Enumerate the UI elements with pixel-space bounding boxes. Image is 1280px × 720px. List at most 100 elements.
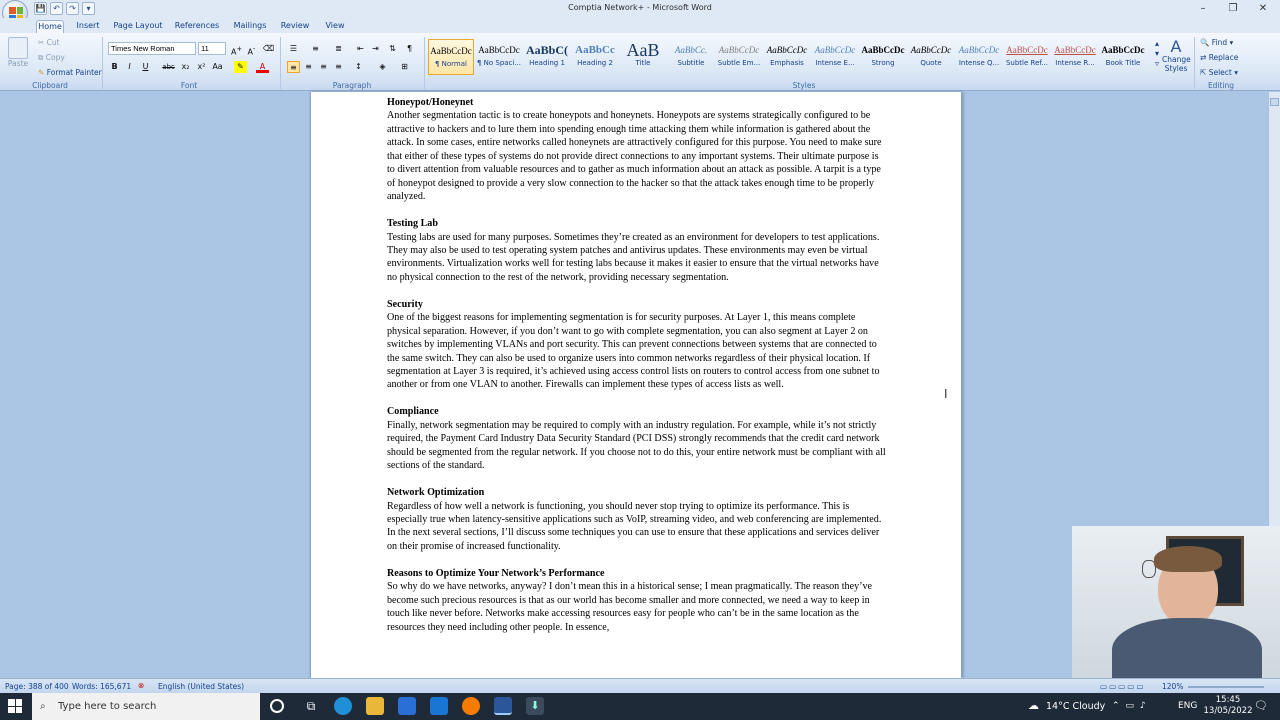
align-center-icon[interactable]: ≡ xyxy=(302,61,315,73)
style-tile[interactable]: AaBbCcDc ¶ No Spaci... xyxy=(476,39,522,75)
copy-button[interactable]: ⧉ Copy xyxy=(38,53,65,63)
style-tile[interactable]: AaBbCcDc Subtle Ref... xyxy=(1004,39,1050,75)
language-tray[interactable]: ENG xyxy=(1178,701,1197,711)
zoom-level[interactable]: 120% xyxy=(1162,682,1183,691)
subscript-button[interactable]: x₂ xyxy=(179,61,192,73)
proofing-icon[interactable]: ⊗ xyxy=(138,681,144,690)
font-color-icon[interactable]: A xyxy=(256,61,269,73)
styles-scroll-icon[interactable]: ▴ ▾ ▿ xyxy=(1152,39,1162,69)
cortana-icon[interactable] xyxy=(270,699,284,713)
language-indicator[interactable]: English (United States) xyxy=(158,682,244,691)
style-tile[interactable]: AaB Title xyxy=(620,39,666,75)
view-buttons[interactable]: ▭▭▭▭▭ xyxy=(1100,682,1145,691)
font-name-combo[interactable]: Times New Roman xyxy=(108,42,196,55)
file-explorer-icon[interactable] xyxy=(366,697,384,715)
select-icon: ⇱ xyxy=(1200,68,1207,77)
underline-button[interactable]: U xyxy=(139,61,152,73)
section-heading: Testing Lab xyxy=(387,218,438,230)
minimize-button[interactable]: – xyxy=(1188,0,1218,18)
document-page[interactable]: Honeypot/Honeynet Another segmentation ta… xyxy=(310,92,962,678)
italic-button[interactable]: I xyxy=(123,61,136,73)
format-painter-button[interactable]: ✎ Format Painter xyxy=(38,68,102,77)
tab-page-layout[interactable]: Page Layout xyxy=(112,20,164,33)
style-tile[interactable]: AaBbCcDc Emphasis xyxy=(764,39,810,75)
line-spacing-icon[interactable]: ↕ xyxy=(352,61,365,73)
style-tile[interactable]: AaBbCcDc Quote xyxy=(908,39,954,75)
word-count[interactable]: Words: 165,671 xyxy=(72,682,131,691)
scroll-thumb[interactable] xyxy=(1270,98,1279,106)
align-left-icon[interactable]: ≡ xyxy=(287,61,300,73)
change-styles-button[interactable]: A Change Styles xyxy=(1162,39,1191,74)
zoom-slider[interactable] xyxy=(1188,686,1264,688)
change-case-button[interactable]: Aa xyxy=(211,61,224,73)
strikethrough-button[interactable]: abc xyxy=(162,61,175,73)
close-button[interactable]: ✕ xyxy=(1248,0,1278,18)
style-preview: AaBbCcDc xyxy=(1006,45,1048,55)
clock-date[interactable]: 13/05/2022 xyxy=(1203,706,1253,716)
style-tile[interactable]: AaBbCcDc Intense Q... xyxy=(956,39,1002,75)
font-size-combo[interactable]: 11 xyxy=(198,42,226,55)
style-tile[interactable]: AaBbCc. Subtitle xyxy=(668,39,714,75)
tab-home[interactable]: Home xyxy=(36,20,64,33)
tray-icons[interactable]: ⌃▭♪ xyxy=(1112,701,1152,711)
tab-references[interactable]: References xyxy=(172,20,222,33)
shrink-font-icon[interactable]: A- xyxy=(245,43,258,57)
store-icon[interactable] xyxy=(398,697,416,715)
style-tile[interactable]: AaBbCcDc Intense E... xyxy=(812,39,858,75)
show-marks-icon[interactable]: ¶ xyxy=(403,43,416,55)
section-heading: Network Optimization xyxy=(387,487,485,499)
person-shirt xyxy=(1112,618,1262,678)
app-taskbar-icon[interactable]: ⬇ xyxy=(526,697,544,715)
select-button[interactable]: ⇱ Select ▾ xyxy=(1200,68,1238,77)
decrease-indent-icon[interactable]: ⇤ xyxy=(354,43,367,55)
maximize-button[interactable]: ❐ xyxy=(1218,0,1248,18)
page-count[interactable]: Page: 388 of 400 xyxy=(5,682,69,691)
section-heading: Honeypot/Honeynet xyxy=(387,97,474,108)
windows-start-icon[interactable] xyxy=(8,699,22,713)
firefox-icon[interactable] xyxy=(462,697,480,715)
clear-format-icon[interactable]: ⌫ xyxy=(262,43,275,55)
style-tile[interactable]: AaBbCc Heading 2 xyxy=(572,39,618,75)
clock-time[interactable]: 15:45 xyxy=(1210,695,1246,705)
highlight-icon[interactable]: ✎ xyxy=(234,61,247,73)
style-tile[interactable]: AaBbCcDc Subtle Em... xyxy=(716,39,762,75)
justify-icon[interactable]: ≡ xyxy=(332,61,345,73)
bold-button[interactable]: B xyxy=(108,61,121,73)
tab-view[interactable]: View xyxy=(320,20,350,33)
align-right-icon[interactable]: ≡ xyxy=(317,61,330,73)
numbering-icon[interactable]: ≡ xyxy=(309,43,322,55)
style-name: Intense R... xyxy=(1055,59,1095,67)
bullets-icon[interactable]: ☰ xyxy=(287,43,300,55)
find-button[interactable]: 🔍 Find ▾ xyxy=(1200,38,1233,47)
notifications-icon[interactable]: 🗨 xyxy=(1254,699,1268,712)
paste-button[interactable]: Paste xyxy=(6,37,30,68)
document-content[interactable]: Honeypot/Honeynet Another segmentation ta… xyxy=(387,96,887,647)
tab-insert[interactable]: Insert xyxy=(74,20,102,33)
style-tile[interactable]: AaBbCcDc Book Title xyxy=(1100,39,1146,75)
edge-icon[interactable] xyxy=(334,697,352,715)
weather-icon[interactable]: ☁ xyxy=(1028,699,1039,712)
mail-icon[interactable] xyxy=(430,697,448,715)
increase-indent-icon[interactable]: ⇥ xyxy=(369,43,382,55)
style-name: Book Title xyxy=(1105,59,1141,67)
replace-button[interactable]: ⇄ Replace xyxy=(1200,53,1238,62)
sort-icon[interactable]: ⇅ xyxy=(386,43,399,55)
paragraph-group-label: Paragraph xyxy=(332,81,372,90)
tab-mailings[interactable]: Mailings xyxy=(230,20,270,33)
tab-review[interactable]: Review xyxy=(278,20,312,33)
borders-icon[interactable]: ⊞ xyxy=(398,61,411,73)
style-tile[interactable]: AaBbCcDc Intense R... xyxy=(1052,39,1098,75)
grow-font-icon[interactable]: A+ xyxy=(230,43,243,57)
weather-text[interactable]: 14°C Cloudy xyxy=(1046,701,1105,712)
style-tile[interactable]: AaBbC(Heading 1 xyxy=(524,39,570,75)
taskbar-search[interactable]: ⌕ Type here to search xyxy=(32,693,260,720)
word-taskbar-icon[interactable] xyxy=(494,697,512,715)
style-tile[interactable]: AaBbCcDc Strong xyxy=(860,39,906,75)
multilevel-list-icon[interactable]: ≣ xyxy=(332,43,345,55)
superscript-button[interactable]: x² xyxy=(195,61,208,73)
style-name: Subtle Em... xyxy=(717,59,761,67)
shading-icon[interactable]: ◈ xyxy=(376,61,389,73)
task-view-icon[interactable]: ⧉ xyxy=(302,697,320,715)
style-tile[interactable]: AaBbCcDc ¶ Normal xyxy=(428,39,474,75)
cut-button[interactable]: ✂ Cut xyxy=(38,38,60,47)
